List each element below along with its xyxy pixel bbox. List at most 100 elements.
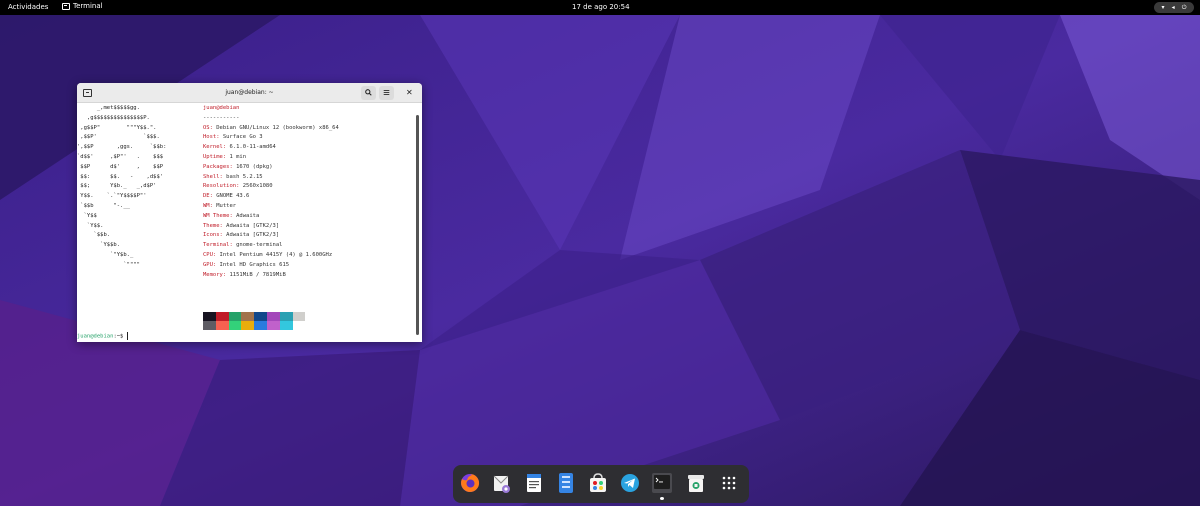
dock-item-app-grid[interactable] bbox=[718, 472, 740, 494]
info-row: Host: Surface Go 3 bbox=[203, 133, 415, 143]
dock-item-firefox[interactable] bbox=[459, 472, 481, 494]
system-status-menu[interactable]: ▾ ◂ ⏻ bbox=[1154, 2, 1194, 13]
dock-item-trash[interactable] bbox=[685, 472, 707, 494]
info-row: Terminal: gnome-terminal bbox=[203, 241, 415, 251]
info-label: Host: bbox=[203, 134, 220, 141]
logo-line: $$; Y$b._ _,d$P' bbox=[77, 183, 157, 190]
terminal-window[interactable]: juan@debian: ~ ✕ _,met$$$$$gg. ,g$$$$$$$… bbox=[77, 83, 422, 342]
dash-dock bbox=[453, 465, 749, 503]
info-row: GPU: Intel HD Graphics 615 bbox=[203, 261, 415, 271]
palette-swatch bbox=[279, 321, 293, 330]
info-row: Memory: 1151MiB / 7819MiB bbox=[203, 271, 415, 281]
close-button[interactable]: ✕ bbox=[406, 88, 413, 97]
palette-swatch bbox=[228, 312, 242, 321]
palette-swatch bbox=[266, 312, 280, 321]
logo-line: `$$b. bbox=[77, 232, 111, 239]
info-row: Icons: Adwaita [GTK2/3] bbox=[203, 231, 415, 241]
shell-prompt[interactable]: juan@debian:~$ bbox=[77, 332, 131, 340]
info-label: Kernel: bbox=[203, 144, 227, 151]
info-label: WM Theme: bbox=[203, 212, 233, 219]
logo-line: ,$$P' `$$$. bbox=[77, 134, 160, 141]
info-row: OS: Debian GNU/Linux 12 (bookworm) x86_6… bbox=[203, 124, 415, 134]
info-value: gnome-terminal bbox=[232, 242, 283, 249]
wifi-icon: ▾ bbox=[1161, 3, 1165, 11]
activities-button[interactable]: Actividades bbox=[8, 3, 48, 11]
info-label: CPU: bbox=[203, 251, 217, 258]
info-value: Adwaita [GTK2/3] bbox=[222, 222, 280, 229]
palette-swatch bbox=[254, 312, 267, 321]
info-value: Intel HD Graphics 615 bbox=[216, 261, 290, 268]
info-row: Shell: bash 5.2.15 bbox=[203, 173, 415, 183]
search-icon bbox=[365, 89, 372, 96]
palette-swatch bbox=[241, 321, 255, 330]
info-value: bash 5.2.15 bbox=[222, 173, 263, 180]
palette-swatch bbox=[203, 321, 216, 330]
dock-item-telegram[interactable] bbox=[619, 472, 641, 494]
info-label: WM: bbox=[203, 202, 213, 209]
dock-item-files[interactable] bbox=[555, 472, 577, 494]
info-value: Mutter bbox=[212, 202, 237, 209]
info-row: Packages: 1670 (dpkg) bbox=[203, 163, 415, 173]
info-value: 1 min bbox=[226, 153, 247, 160]
separator: ----------- bbox=[203, 114, 240, 121]
telegram-icon bbox=[621, 474, 639, 492]
dock-item-evolution[interactable] bbox=[491, 472, 513, 494]
logo-line: `d$$' ,$P"' . $$$ bbox=[77, 153, 164, 160]
info-value: 1670 (dpkg) bbox=[232, 163, 273, 170]
system-info: juan@debian ----------- OS: Debian GNU/L… bbox=[203, 104, 415, 280]
color-palette bbox=[203, 312, 306, 330]
info-label: Memory: bbox=[203, 271, 227, 278]
running-indicator bbox=[660, 497, 664, 500]
terminal-app-icon bbox=[62, 2, 70, 10]
info-row: CPU: Intel Pentium 4415Y (4) @ 1.600GHz bbox=[203, 251, 415, 261]
logo-line: `$$b "-.__ bbox=[77, 202, 130, 209]
info-value: Adwaita bbox=[232, 212, 260, 219]
logo-line: `"""" bbox=[77, 261, 140, 268]
palette-swatch bbox=[215, 321, 229, 330]
terminal-icon bbox=[652, 473, 672, 493]
app-grid-icon bbox=[722, 476, 736, 490]
app-menu-label: Terminal bbox=[73, 2, 103, 10]
dock-item-terminal[interactable] bbox=[651, 472, 673, 500]
text-cursor bbox=[126, 332, 131, 340]
info-label: GPU: bbox=[203, 261, 217, 268]
terminal-headerbar[interactable]: juan@debian: ~ ✕ bbox=[77, 83, 422, 103]
dock-item-text-editor[interactable] bbox=[523, 472, 545, 494]
dock-item-software[interactable] bbox=[587, 472, 609, 494]
scrollbar[interactable] bbox=[416, 115, 419, 335]
trash-icon bbox=[688, 475, 704, 492]
logo-line: `"Y$b._ bbox=[77, 251, 134, 258]
logo-line: `Y$$b. bbox=[77, 242, 121, 249]
info-value: GNOME 43.6 bbox=[212, 193, 250, 200]
clock[interactable]: 17 de ago 20:54 bbox=[572, 3, 630, 11]
info-label: Packages: bbox=[203, 163, 233, 170]
logo-line: $$P d$' , $$P bbox=[77, 163, 164, 170]
palette-swatch bbox=[203, 312, 216, 321]
hamburger-icon bbox=[383, 90, 390, 95]
search-button[interactable] bbox=[361, 86, 376, 100]
info-label: Shell: bbox=[203, 173, 223, 180]
info-value: 2560x1080 bbox=[239, 183, 273, 190]
palette-swatch bbox=[279, 312, 293, 321]
menu-button[interactable] bbox=[379, 86, 394, 100]
palette-swatch bbox=[254, 321, 267, 330]
palette-swatch bbox=[215, 312, 229, 321]
logo-line: $$: $$. - ,d$$' bbox=[77, 173, 164, 180]
prompt-path: :~$ bbox=[113, 333, 127, 340]
app-menu[interactable]: Terminal bbox=[62, 2, 103, 10]
palette-swatch bbox=[292, 321, 306, 330]
logo-line: Y$$. `.`"Y$$$$P"' bbox=[77, 193, 147, 200]
logo-line: ',$$P ,ggs. `$$b: bbox=[77, 144, 167, 151]
palette-swatch bbox=[292, 312, 306, 321]
files-icon bbox=[559, 473, 573, 493]
info-label: Uptime: bbox=[203, 153, 227, 160]
info-row: Theme: Adwaita [GTK2/3] bbox=[203, 222, 415, 232]
palette-swatch bbox=[266, 321, 280, 330]
info-value: Debian GNU/Linux 12 (bookworm) x86_64 bbox=[212, 124, 339, 131]
top-bar: Actividades Terminal 17 de ago 20:54 ▾ ◂… bbox=[0, 0, 1200, 15]
info-value: Intel Pentium 4415Y (4) @ 1.600GHz bbox=[216, 251, 333, 258]
volume-icon: ◂ bbox=[1171, 3, 1175, 11]
terminal-content[interactable]: _,met$$$$$gg. ,g$$$$$$$$$$$$$$$P. ,g$$P"… bbox=[77, 103, 417, 342]
text-editor-icon bbox=[527, 474, 541, 492]
info-label: Theme: bbox=[203, 222, 223, 229]
